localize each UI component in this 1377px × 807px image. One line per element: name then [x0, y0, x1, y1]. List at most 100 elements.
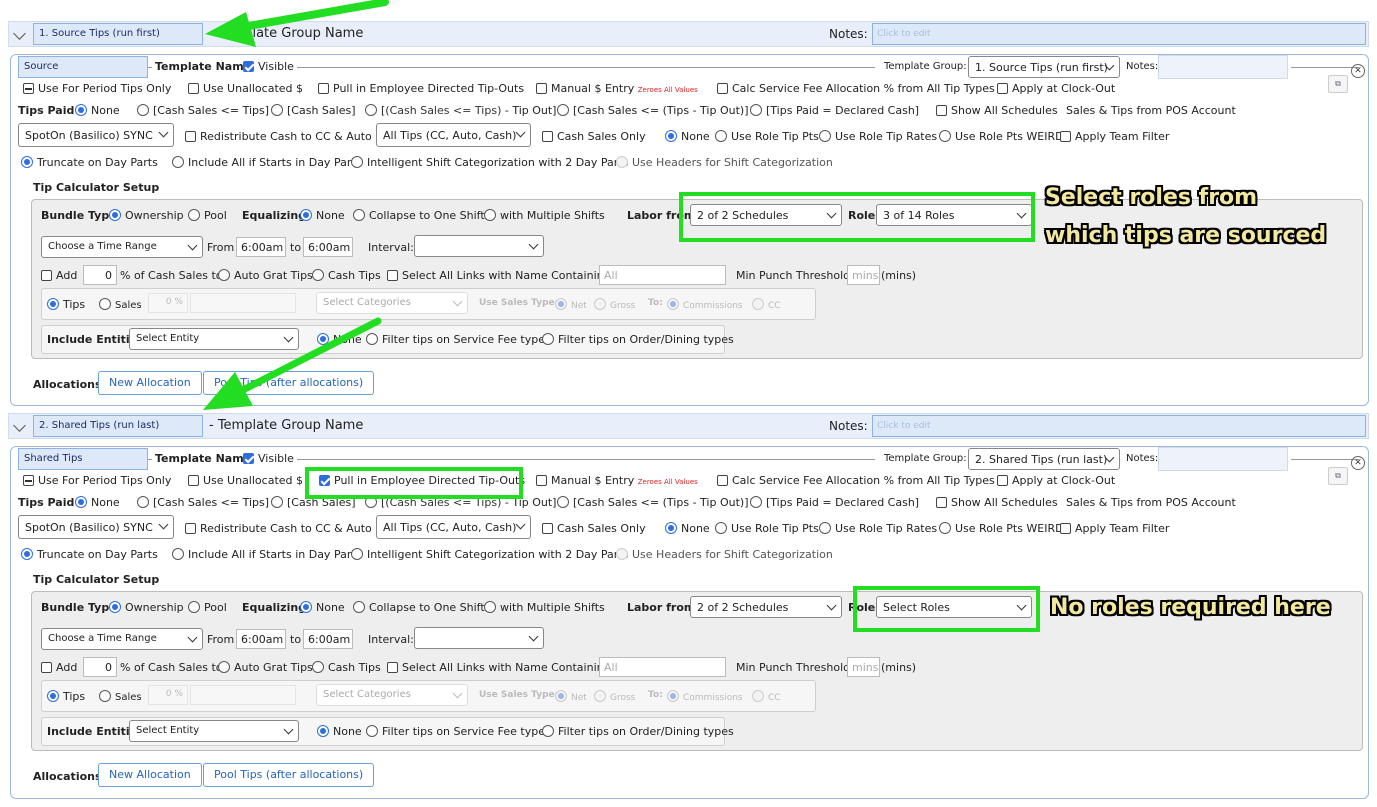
- truncate-day-parts-radio[interactable]: Truncate on Day Parts: [21, 156, 158, 169]
- pos-account-select[interactable]: SpotOn (Basilico) SYNC: [18, 123, 174, 147]
- copy-icon[interactable]: ⧉: [1328, 75, 1348, 93]
- include-all-radio[interactable]: Include All if Starts in Day Part: [172, 156, 356, 169]
- tips-paid-cash-le-tips-radio[interactable]: [Cash Sales <= Tips]: [137, 104, 269, 117]
- tips-paid-none-radio[interactable]: None: [75, 104, 120, 117]
- close-icon[interactable]: ✕: [1351, 456, 1365, 470]
- filter-service-fee-radio[interactable]: Filter tips on Service Fee types: [366, 333, 551, 346]
- min-punch-input[interactable]: mins: [847, 657, 880, 677]
- manual-entry-checkbox[interactable]: Manual $ Entry Zeroes All Values: [536, 82, 698, 95]
- equalizing-none-radio[interactable]: None: [300, 209, 345, 222]
- show-all-schedules-checkbox[interactable]: Show All Schedules: [936, 104, 1058, 117]
- interval-select[interactable]: [414, 627, 544, 649]
- tips-paid-le-tips-minus-radio[interactable]: [Cash Sales <= (Tips - Tip Out)]: [557, 496, 748, 509]
- add-percent-input[interactable]: 0: [83, 265, 117, 285]
- sales-percent-input[interactable]: 0 %: [148, 293, 188, 313]
- collapse-shift-radio[interactable]: Collapse to One Shift: [353, 601, 485, 614]
- select-links-checkbox[interactable]: Select All Links with Name Containing: [387, 661, 611, 674]
- pool-tips-button[interactable]: Pool Tips (after allocations): [203, 763, 375, 787]
- headers-shift-radio[interactable]: Use Headers for Shift Categorization: [616, 548, 833, 561]
- new-allocation-button[interactable]: New Allocation: [98, 371, 202, 395]
- period-tips-checkbox[interactable]: Use For Period Tips Only: [23, 474, 171, 487]
- categories-select[interactable]: Select Categories: [316, 292, 468, 314]
- cash-sales-only-checkbox[interactable]: Cash Sales Only: [542, 130, 646, 143]
- copy-icon[interactable]: ⧉: [1328, 467, 1348, 485]
- collapse-shift-radio[interactable]: Collapse to One Shift: [353, 209, 485, 222]
- chevron-down-icon[interactable]: [13, 27, 26, 40]
- team-filter-checkbox[interactable]: Apply Team Filter: [1060, 130, 1169, 143]
- headers-shift-radio[interactable]: Use Headers for Shift Categorization: [616, 156, 833, 169]
- redistribute-checkbox[interactable]: Redistribute Cash to CC & Auto: [185, 130, 372, 143]
- auto-grat-radio[interactable]: Auto Grat Tips: [218, 269, 313, 282]
- tip-types-select[interactable]: All Tips (CC, Auto, Cash): [376, 515, 531, 539]
- tips-paid-cash-le-tips-radio[interactable]: [Cash Sales <= Tips]: [137, 496, 269, 509]
- pool-radio[interactable]: Pool: [188, 209, 227, 222]
- pos-account-select[interactable]: SpotOn (Basilico) SYNC: [18, 515, 174, 539]
- tips-paid-none-radio[interactable]: None: [75, 496, 120, 509]
- intelligent-shift-radio[interactable]: Intelligent Shift Categorization with 2 …: [351, 548, 628, 561]
- chevron-down-icon[interactable]: [13, 419, 26, 432]
- filter-none-radio[interactable]: None: [317, 333, 362, 346]
- template-notes-input[interactable]: [1158, 55, 1288, 79]
- clock-out-checkbox[interactable]: Apply at Clock-Out: [997, 82, 1115, 95]
- links-name-input[interactable]: All: [599, 265, 726, 285]
- template-group-select[interactable]: 1. Source Tips (run first): [968, 56, 1120, 78]
- truncate-day-parts-radio[interactable]: Truncate on Day Parts: [21, 548, 158, 561]
- pool-radio[interactable]: Pool: [188, 601, 227, 614]
- role-pts-weird-radio[interactable]: Use Role Pts WEIRD: [939, 130, 1064, 143]
- role-none-radio[interactable]: None: [665, 130, 710, 143]
- time-range-select[interactable]: Choose a Time Range: [41, 628, 203, 650]
- redistribute-checkbox[interactable]: Redistribute Cash to CC & Auto: [185, 522, 372, 535]
- filter-service-fee-radio[interactable]: Filter tips on Service Fee types: [366, 725, 551, 738]
- gross-radio[interactable]: Gross: [594, 298, 635, 311]
- sales-radio[interactable]: Sales: [99, 298, 142, 311]
- cc-radio[interactable]: CC: [752, 298, 781, 311]
- intelligent-shift-radio[interactable]: Intelligent Shift Categorization with 2 …: [351, 156, 628, 169]
- links-name-input[interactable]: All: [599, 657, 726, 677]
- ownership-radio[interactable]: Ownership: [109, 209, 184, 222]
- sales-percent-input[interactable]: 0 %: [148, 685, 188, 705]
- sales-extra-input[interactable]: [190, 685, 296, 705]
- cash-sales-only-checkbox[interactable]: Cash Sales Only: [542, 522, 646, 535]
- calc-service-fee-checkbox[interactable]: Calc Service Fee Allocation % from All T…: [717, 82, 995, 95]
- add-checkbox[interactable]: Add: [41, 269, 77, 282]
- interval-select[interactable]: [414, 235, 544, 257]
- commissions-radio[interactable]: Commissions: [667, 690, 743, 703]
- from-time-input[interactable]: 6:00am: [236, 237, 286, 257]
- entity-select[interactable]: Select Entity: [129, 328, 299, 350]
- unallocated-checkbox[interactable]: Use Unallocated $: [188, 474, 303, 487]
- period-tips-checkbox[interactable]: Use For Period Tips Only: [23, 82, 171, 95]
- visible-checkbox[interactable]: Visible: [243, 452, 297, 465]
- net-radio[interactable]: Net: [555, 690, 587, 703]
- tips-paid-minus-tipout-radio[interactable]: [(Cash Sales <= Tips) - Tip Out]: [365, 104, 556, 117]
- group-notes-input[interactable]: Click to edit: [872, 415, 1366, 437]
- add-checkbox[interactable]: Add: [41, 661, 77, 674]
- template-notes-input[interactable]: [1158, 447, 1288, 471]
- tips-radio[interactable]: Tips: [47, 690, 85, 703]
- include-all-radio[interactable]: Include All if Starts in Day Part: [172, 548, 356, 561]
- role-tip-pts-radio[interactable]: Use Role Tip Pts: [715, 522, 819, 535]
- show-all-schedules-checkbox[interactable]: Show All Schedules: [936, 496, 1058, 509]
- cc-radio[interactable]: CC: [752, 690, 781, 703]
- pool-tips-button[interactable]: Pool Tips (after allocations): [203, 371, 375, 395]
- calc-service-fee-checkbox[interactable]: Calc Service Fee Allocation % from All T…: [717, 474, 995, 487]
- template-name-input[interactable]: Source: [18, 56, 148, 78]
- template-name-input[interactable]: Shared Tips: [18, 448, 148, 470]
- entity-select[interactable]: Select Entity: [129, 720, 299, 742]
- tips-paid-le-tips-minus-radio[interactable]: [Cash Sales <= (Tips - Tip Out)]: [557, 104, 748, 117]
- commissions-radio[interactable]: Commissions: [667, 298, 743, 311]
- role-none-radio[interactable]: None: [665, 522, 710, 535]
- manual-entry-checkbox[interactable]: Manual $ Entry Zeroes All Values: [536, 474, 698, 487]
- tip-types-select[interactable]: All Tips (CC, Auto, Cash): [376, 123, 531, 147]
- labor-schedules-select[interactable]: 2 of 2 Schedules: [690, 596, 842, 618]
- group-name-input[interactable]: 1. Source Tips (run first): [33, 23, 203, 45]
- tips-paid-declared-cash-radio[interactable]: [Tips Paid = Declared Cash]: [750, 496, 919, 509]
- new-allocation-button[interactable]: New Allocation: [98, 763, 202, 787]
- to-time-input[interactable]: 6:00am: [303, 629, 353, 649]
- role-tip-rates-radio[interactable]: Use Role Tip Rates: [819, 522, 937, 535]
- tips-radio[interactable]: Tips: [47, 298, 85, 311]
- cash-tips-radio[interactable]: Cash Tips: [312, 269, 381, 282]
- team-filter-checkbox[interactable]: Apply Team Filter: [1060, 522, 1169, 535]
- unallocated-checkbox[interactable]: Use Unallocated $: [188, 82, 303, 95]
- role-pts-weird-radio[interactable]: Use Role Pts WEIRD: [939, 522, 1064, 535]
- filter-order-dining-radio[interactable]: Filter tips on Order/Dining types: [542, 333, 734, 346]
